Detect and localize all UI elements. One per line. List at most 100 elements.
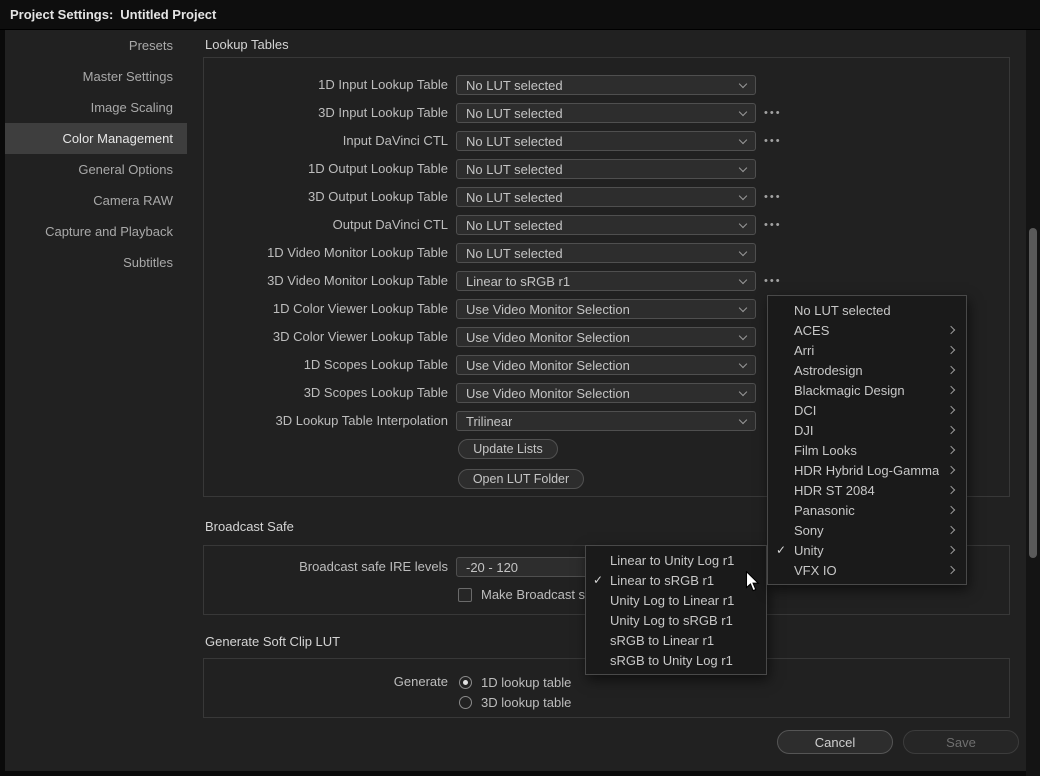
dropdown-value: Use Video Monitor Selection <box>466 358 630 373</box>
dropdown-value: Use Video Monitor Selection <box>466 386 630 401</box>
lut-row-input-davinci-ctl: Input DaVinci CTL No LUT selected ••• <box>204 131 1009 151</box>
more-options-button[interactable]: ••• <box>764 216 782 236</box>
section-title-lookup-tables: Lookup Tables <box>205 37 289 52</box>
chevron-right-icon <box>947 426 955 434</box>
menu-item-label: Film Looks <box>794 443 857 458</box>
menu-item-label: HDR ST 2084 <box>794 483 875 498</box>
submenu-item-srgb-to-unity-log-r1[interactable]: sRGB to Unity Log r1 <box>586 650 766 670</box>
submenu-item-srgb-to-linear-r1[interactable]: sRGB to Linear r1 <box>586 630 766 650</box>
sidebar-item-presets[interactable]: Presets <box>5 30 187 61</box>
chevron-down-icon <box>739 303 747 311</box>
menu-item-vfx-io[interactable]: VFX IO <box>768 560 966 580</box>
sidebar: PresetsMaster Settings Image Scaling Color… <box>5 30 187 278</box>
menu-item-dji[interactable]: DJI <box>768 420 966 440</box>
cancel-button[interactable]: Cancel <box>777 730 893 754</box>
3d-video-monitor-lookup-table-dropdown[interactable]: Linear to sRGB r1 <box>456 271 756 291</box>
menu-item-hdr-st-2084[interactable]: HDR ST 2084 <box>768 480 966 500</box>
menu-item-label: Arri <box>794 343 814 358</box>
radio-label: 1D lookup table <box>481 675 571 690</box>
row-label: 3D Output Lookup Table <box>204 187 448 207</box>
chevron-right-icon <box>947 486 955 494</box>
menu-item-astrodesign[interactable]: Astrodesign <box>768 360 966 380</box>
vertical-scrollbar[interactable] <box>1026 30 1040 776</box>
menu-item-sony[interactable]: Sony <box>768 520 966 540</box>
dropdown-value: No LUT selected <box>466 106 563 121</box>
lut-row-output-davinci-ctl: Output DaVinci CTLNo LUT selected••• <box>204 215 1009 235</box>
3d-output-lookup-table-dropdown[interactable]: No LUT selected <box>456 187 756 207</box>
more-options-button[interactable]: ••• <box>764 188 782 208</box>
make-broadcast-safe-checkbox[interactable] <box>458 588 472 602</box>
menu-item-label: HDR Hybrid Log-Gamma <box>794 463 939 478</box>
menu-item-label: Astrodesign <box>794 363 863 378</box>
ire-levels-label: Broadcast safe IRE levels <box>204 557 448 577</box>
chevron-down-icon <box>739 107 747 115</box>
submenu-item-unity-log-to-srgb-r1[interactable]: Unity Log to sRGB r1 <box>586 610 766 630</box>
menu-item-label: Sony <box>794 523 824 538</box>
menu-item-hdr-hybrid-log-gamma[interactable]: HDR Hybrid Log-Gamma <box>768 460 966 480</box>
dropdown-value: Linear to sRGB r1 <box>466 274 570 289</box>
menu-item-panasonic[interactable]: Panasonic <box>768 500 966 520</box>
chevron-right-icon <box>947 346 955 354</box>
menu-item-no-lut-selected[interactable]: No LUT selected <box>768 300 966 320</box>
sidebar-item-color-management[interactable]: Color Management <box>5 123 187 154</box>
sidebar-item-subtitles[interactable]: Subtitles <box>5 247 187 278</box>
1d-input-lookup-table-dropdown[interactable]: No LUT selected <box>456 75 756 95</box>
dropdown-value: -20 - 120 <box>466 560 518 575</box>
menu-item-label: DJI <box>794 423 814 438</box>
3d-input-lookup-table-dropdown[interactable]: No LUT selected <box>456 103 756 123</box>
sidebar-item-camera-raw[interactable]: Camera RAW <box>5 185 187 216</box>
3d-lookup-table-interpolation-dropdown[interactable]: Trilinear <box>456 411 756 431</box>
radio-label: 3D lookup table <box>481 695 571 710</box>
radio-option-1d-lookup-table[interactable]: 1D lookup table <box>459 675 571 689</box>
chevron-down-icon <box>739 387 747 395</box>
row-label: 3D Color Viewer Lookup Table <box>204 327 448 347</box>
output-davinci-ctl-dropdown[interactable]: No LUT selected <box>456 215 756 235</box>
menu-item-film-looks[interactable]: Film Looks <box>768 440 966 460</box>
3d-scopes-lookup-table-dropdown[interactable]: Use Video Monitor Selection <box>456 383 756 403</box>
more-options-button[interactable]: ••• <box>764 272 782 292</box>
sidebar-item-general-options[interactable]: General Options <box>5 154 187 185</box>
sidebar-item-capture-and-playback[interactable]: Capture and Playback <box>5 216 187 247</box>
chevron-down-icon <box>739 79 747 87</box>
dropdown-value: No LUT selected <box>466 190 563 205</box>
lut-row-3d-output-lookup-table: 3D Output Lookup Table No LUT selected ••• <box>204 187 1009 207</box>
lut-row-1d-output-lookup-table: 1D Output Lookup TableNo LUT selected <box>204 159 1009 179</box>
radio-icon <box>459 676 472 689</box>
submenu-item-unity-log-to-linear-r1[interactable]: Unity Log to Linear r1 <box>586 590 766 610</box>
menu-item-label: Blackmagic Design <box>794 383 905 398</box>
menu-item-aces[interactable]: ACES <box>768 320 966 340</box>
chevron-right-icon <box>947 366 955 374</box>
menu-item-dci[interactable]: DCI <box>768 400 966 420</box>
input-davinci-ctl-dropdown[interactable]: No LUT selected <box>456 131 756 151</box>
project-name: Untitled Project <box>120 7 216 22</box>
update-lists-button[interactable]: Update Lists <box>458 439 558 459</box>
1d-video-monitor-lookup-table-dropdown[interactable]: No LUT selected <box>456 243 756 263</box>
sidebar-item-master-settings[interactable]: Master Settings <box>5 61 187 92</box>
more-options-button[interactable]: ••• <box>764 132 782 152</box>
1d-color-viewer-lookup-table-dropdown[interactable]: Use Video Monitor Selection <box>456 299 756 319</box>
scrollbar-thumb[interactable] <box>1029 228 1037 558</box>
menu-item-arri[interactable]: Arri <box>768 340 966 360</box>
chevron-down-icon <box>739 135 747 143</box>
lut-row-3d-video-monitor-lookup-table: 3D Video Monitor Lookup TableLinear to s… <box>204 271 1009 291</box>
menu-item-label: sRGB to Linear r1 <box>610 633 714 648</box>
1d-scopes-lookup-table-dropdown[interactable]: Use Video Monitor Selection <box>456 355 756 375</box>
sidebar-item-label: Image Scaling <box>91 100 173 115</box>
more-options-button[interactable]: ••• <box>764 104 782 124</box>
chevron-down-icon <box>739 275 747 283</box>
check-icon: ✓ <box>593 573 603 587</box>
menu-item-label: Unity Log to sRGB r1 <box>610 613 733 628</box>
menu-item-unity[interactable]: ✓Unity <box>768 540 966 560</box>
radio-option-3d-lookup-table[interactable]: 3D lookup table <box>459 695 571 709</box>
submenu-item-linear-to-unity-log-r1[interactable]: Linear to Unity Log r1 <box>586 550 766 570</box>
sidebar-item-image-scaling[interactable]: Image Scaling <box>5 92 187 123</box>
save-button[interactable]: Save <box>903 730 1019 754</box>
dropdown-value: No LUT selected <box>466 246 563 261</box>
1d-output-lookup-table-dropdown[interactable]: No LUT selected <box>456 159 756 179</box>
row-label: Input DaVinci CTL <box>204 131 448 151</box>
submenu-item-linear-to-srgb-r1[interactable]: ✓Linear to sRGB r1 <box>586 570 766 590</box>
3d-color-viewer-lookup-table-dropdown[interactable]: Use Video Monitor Selection <box>456 327 756 347</box>
chevron-down-icon <box>739 219 747 227</box>
menu-item-blackmagic-design[interactable]: Blackmagic Design <box>768 380 966 400</box>
open-lut-folder-button[interactable]: Open LUT Folder <box>458 469 584 489</box>
